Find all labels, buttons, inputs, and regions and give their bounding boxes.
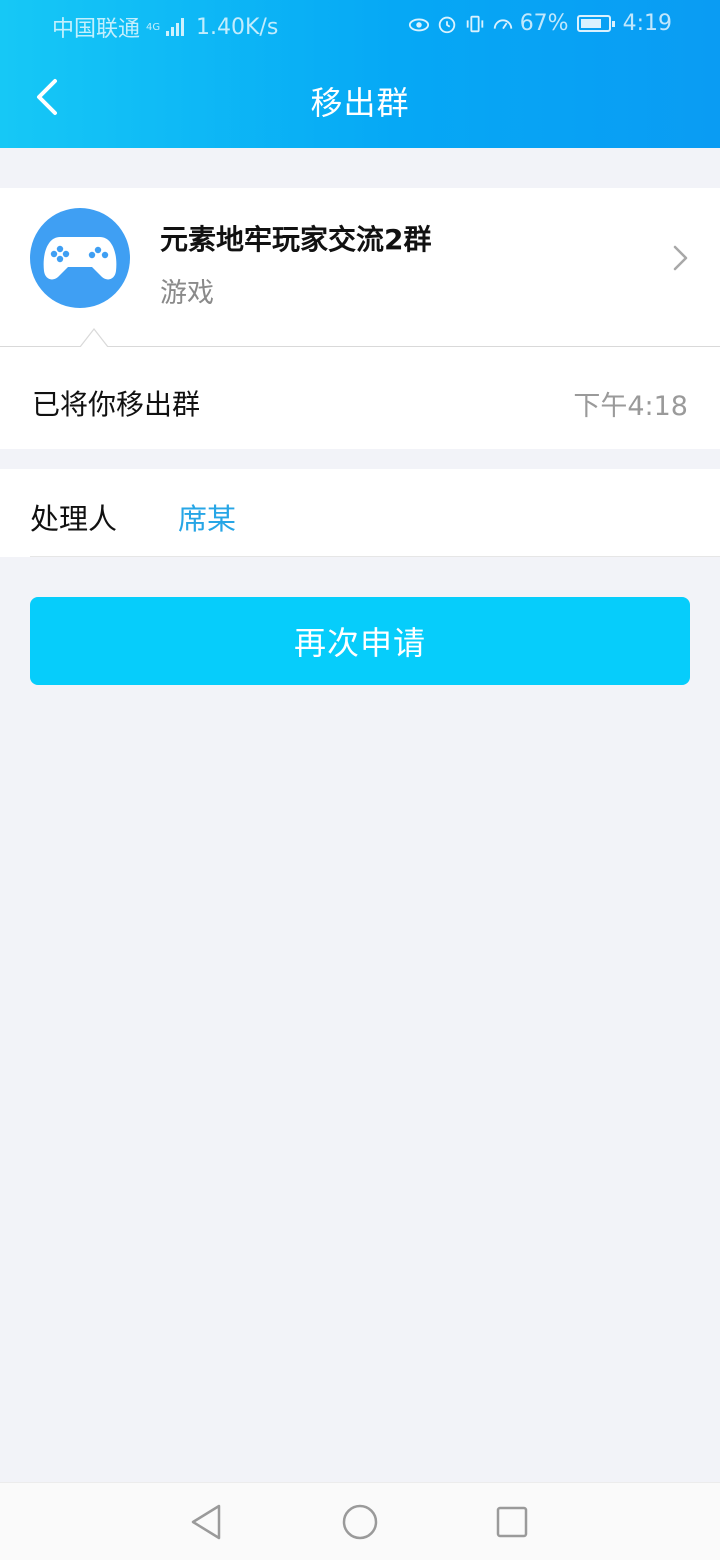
group-category: 游戏 (160, 278, 214, 309)
status-right: 67% 4:19 (408, 11, 672, 36)
page-title: 移出群 (310, 84, 410, 122)
handler-name-link[interactable]: 席某 (178, 496, 236, 538)
group-card[interactable]: 元素地牢玩家交流2群 游戏 (0, 188, 720, 346)
battery-icon (576, 15, 615, 32)
speed-gauge-icon (493, 19, 512, 29)
handler-label: 处理人 (30, 502, 118, 536)
clock: 4:19 (622, 11, 672, 36)
notice-message: 已将你移出群 (32, 388, 201, 421)
card-pointer-arrow (80, 328, 108, 347)
battery-percent: 67% (519, 11, 569, 36)
gamepad-icon (43, 237, 117, 280)
recents-square-icon (496, 1506, 528, 1538)
status-bar: 中国联通 4G 1.40K/s 67% 4:19 (0, 0, 720, 50)
network-speed: 1.40K/s (196, 14, 279, 40)
navigation-bar (0, 1482, 720, 1560)
app-header: 中国联通 4G 1.40K/s 67% 4:19 移出群 (0, 0, 720, 148)
home-circle-icon (342, 1504, 378, 1540)
alarm-icon (438, 16, 455, 33)
vibrate-icon (466, 15, 483, 32)
group-avatar (30, 208, 130, 308)
back-triangle-icon (191, 1504, 221, 1540)
eye-icon (408, 17, 429, 31)
title-bar: 移出群 (0, 50, 720, 148)
nav-home-button[interactable] (340, 1502, 380, 1542)
group-name: 元素地牢玩家交流2群 (160, 223, 432, 256)
network-type-badge: 4G (146, 21, 161, 33)
nav-recents-button[interactable] (492, 1502, 532, 1542)
status-left: 中国联通 4G 1.40K/s (52, 11, 278, 43)
nav-back-button[interactable] (186, 1502, 226, 1542)
notice-time: 下午4:18 (573, 391, 688, 422)
carrier-label: 中国联通 (52, 17, 141, 42)
notice-section: 已将你移出群 下午4:18 (0, 346, 720, 449)
chevron-right-icon (673, 245, 688, 271)
reapply-button[interactable]: 再次申请 (30, 597, 690, 685)
signal-icon (166, 18, 185, 36)
handler-row: 处理人 席某 (0, 469, 720, 557)
